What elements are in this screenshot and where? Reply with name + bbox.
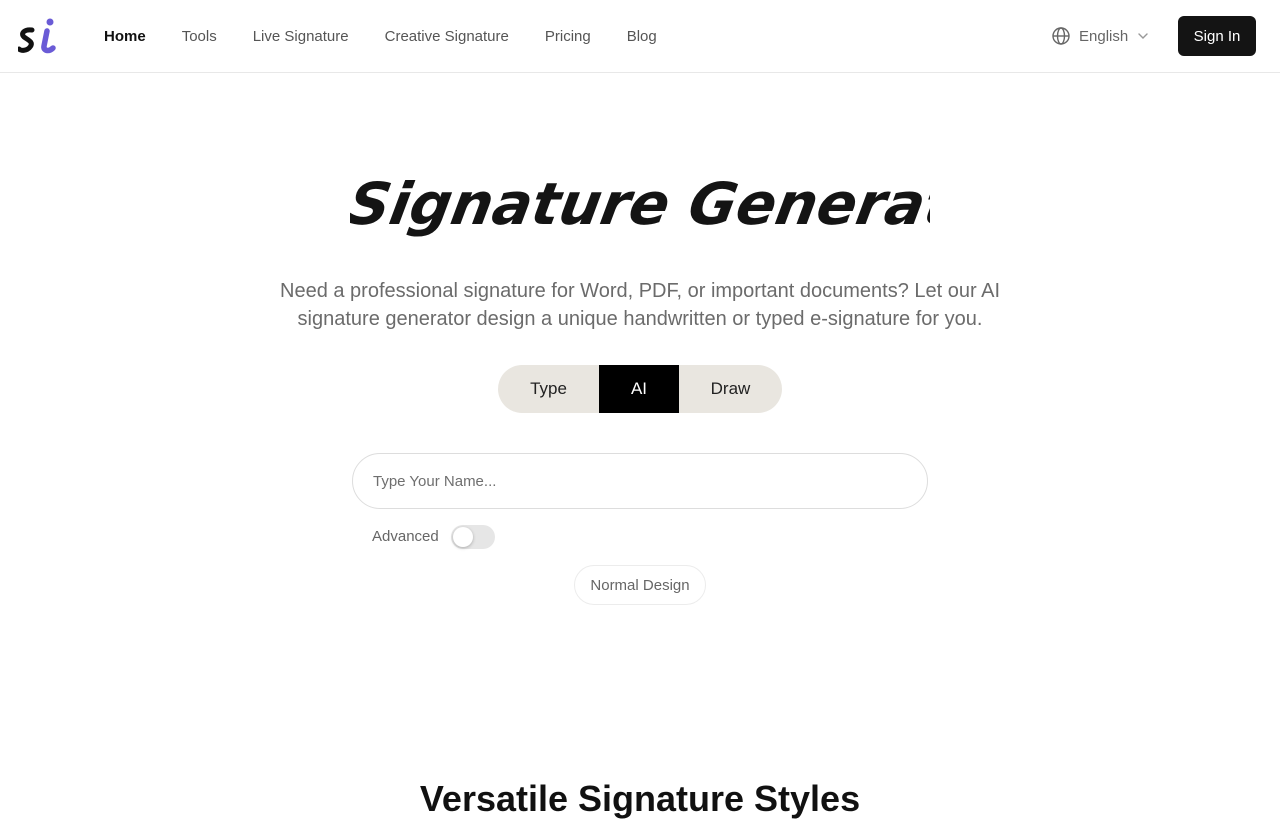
chevron-down-icon xyxy=(1138,33,1148,39)
section-title: Versatile Signature Styles xyxy=(419,778,861,819)
hero-subtitle: Need a professional signature for Word, … xyxy=(240,277,1040,333)
name-input[interactable] xyxy=(352,453,928,509)
language-selector[interactable]: English xyxy=(1051,24,1150,48)
toggle-knob xyxy=(453,527,473,547)
language-label: English xyxy=(1079,27,1129,45)
normal-design-button[interactable]: Normal Design xyxy=(574,565,706,605)
tab-type[interactable]: Type xyxy=(498,365,599,413)
nav-live-signature[interactable]: Live Signature xyxy=(253,28,349,45)
advanced-toggle[interactable] xyxy=(451,525,495,549)
tab-ai[interactable]: AI xyxy=(599,365,679,413)
advanced-label: Advanced xyxy=(372,528,439,545)
nav-pricing[interactable]: Pricing xyxy=(545,28,591,45)
logo[interactable] xyxy=(18,16,64,56)
globe-icon xyxy=(1052,27,1070,45)
hero-subtitle-line-2: signature generator design a unique hand… xyxy=(297,308,983,330)
sign-in-button[interactable]: Sign In xyxy=(1178,16,1256,56)
nav-creative-signature[interactable]: Creative Signature xyxy=(385,28,509,45)
hero-title: Ai Signature Generator xyxy=(350,170,930,237)
tab-draw[interactable]: Draw xyxy=(679,365,782,413)
nav-blog[interactable]: Blog xyxy=(627,28,657,45)
main-nav: Home Tools Live Signature Creative Signa… xyxy=(104,0,693,72)
mode-tabs: Type AI Draw xyxy=(498,365,782,413)
site-header: Home Tools Live Signature Creative Signa… xyxy=(0,0,1280,73)
nav-home[interactable]: Home xyxy=(104,28,146,45)
hero-subtitle-line-1: Need a professional signature for Word, … xyxy=(280,280,1000,302)
nav-tools[interactable]: Tools xyxy=(182,28,217,45)
hero-title-text: Ai Signature Generator xyxy=(350,170,930,237)
